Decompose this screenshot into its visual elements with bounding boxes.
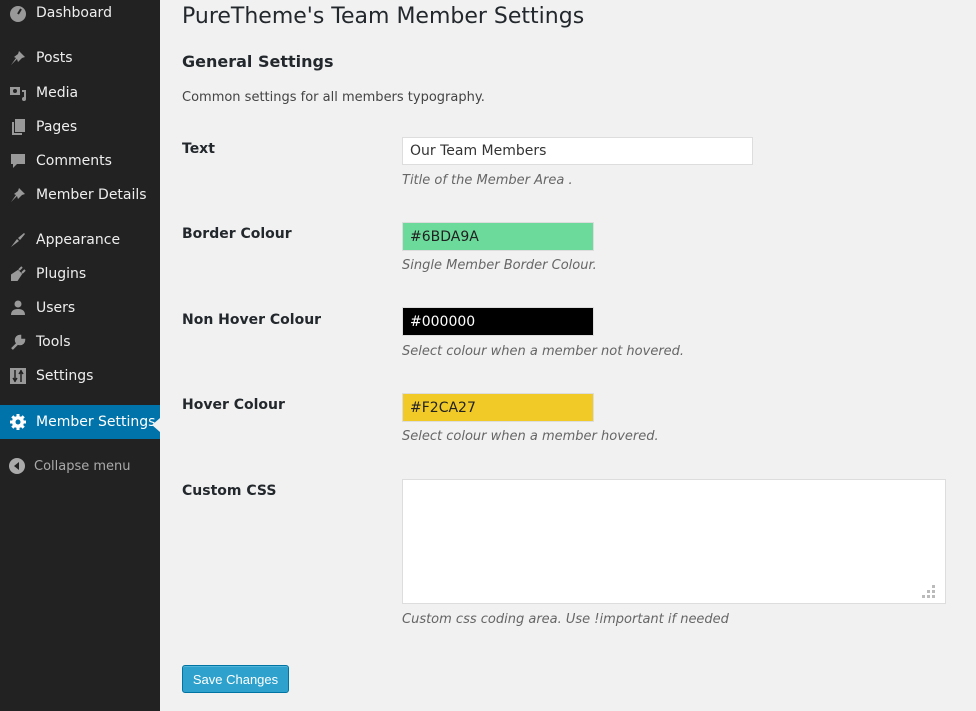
sidebar-item-label: Pages [36, 119, 78, 135]
hover-colour-input[interactable] [402, 393, 594, 422]
border-colour-description: Single Member Border Colour. [402, 258, 597, 273]
non-hover-colour-label: Non Hover Colour [182, 312, 322, 328]
sidebar-item-member-settings[interactable]: Member Settings [0, 405, 160, 439]
comment-icon [0, 152, 36, 170]
dashboard-icon [0, 4, 36, 22]
user-icon [0, 299, 36, 317]
sidebar-item-label: Settings [36, 368, 94, 384]
sidebar-item-tools[interactable]: Tools [0, 325, 160, 359]
page-title: PureTheme's Team Member Settings [182, 4, 585, 29]
hover-colour-label: Hover Colour [182, 397, 285, 413]
border-colour-input[interactable] [402, 222, 594, 251]
sidebar-item-label: Media [36, 85, 79, 101]
border-colour-label: Border Colour [182, 226, 292, 242]
sidebar-item-plugins[interactable]: Plugins [0, 257, 160, 291]
sidebar-item-posts[interactable]: Posts [0, 41, 160, 75]
custom-css-textarea[interactable] [402, 479, 946, 604]
collapse-icon [0, 458, 34, 474]
admin-sidebar: Dashboard Posts Media Pages Comments Mem… [0, 0, 160, 711]
current-menu-arrow [152, 418, 160, 432]
sidebar-item-appearance[interactable]: Appearance [0, 223, 160, 257]
media-icon [0, 84, 36, 102]
collapse-menu-label: Collapse menu [34, 458, 131, 474]
non-hover-colour-input[interactable] [402, 307, 594, 336]
sidebar-item-label: Appearance [36, 232, 121, 248]
text-label: Text [182, 141, 215, 157]
section-title: General Settings [182, 52, 334, 71]
section-description: Common settings for all members typograp… [182, 90, 485, 105]
brush-icon [0, 231, 36, 249]
sidebar-item-label: Posts [36, 50, 73, 66]
text-description: Title of the Member Area . [402, 173, 573, 188]
sidebar-item-pages[interactable]: Pages [0, 110, 160, 144]
wrench-icon [0, 333, 36, 351]
sidebar-item-label: Tools [36, 334, 71, 350]
sliders-icon [0, 367, 36, 385]
pages-icon [0, 118, 36, 136]
pin-icon [0, 186, 36, 204]
collapse-menu-button[interactable]: Collapse menu [0, 452, 160, 480]
sidebar-item-settings[interactable]: Settings [0, 359, 160, 393]
resize-grip-icon[interactable] [922, 585, 936, 599]
sidebar-item-label: Dashboard [36, 5, 112, 21]
text-input[interactable] [402, 137, 753, 165]
sidebar-item-dashboard[interactable]: Dashboard [0, 0, 160, 30]
custom-css-label: Custom CSS [182, 483, 277, 499]
sidebar-item-users[interactable]: Users [0, 291, 160, 325]
sidebar-item-label: Comments [36, 153, 112, 169]
sidebar-item-label: Plugins [36, 266, 87, 282]
non-hover-colour-description: Select colour when a member not hovered. [402, 344, 685, 359]
sidebar-item-label: Users [36, 300, 76, 316]
sidebar-item-label: Member Details [36, 187, 147, 203]
gear-icon [0, 413, 36, 431]
custom-css-description: Custom css coding area. Use !important i… [402, 612, 729, 627]
save-changes-button[interactable]: Save Changes [182, 665, 289, 693]
pin-icon [0, 49, 36, 67]
sidebar-item-label: Member Settings [36, 414, 156, 430]
sidebar-item-comments[interactable]: Comments [0, 144, 160, 178]
sidebar-item-media[interactable]: Media [0, 76, 160, 110]
sidebar-item-member-details[interactable]: Member Details [0, 178, 160, 212]
plug-icon [0, 265, 36, 283]
hover-colour-description: Select colour when a member hovered. [402, 429, 659, 444]
